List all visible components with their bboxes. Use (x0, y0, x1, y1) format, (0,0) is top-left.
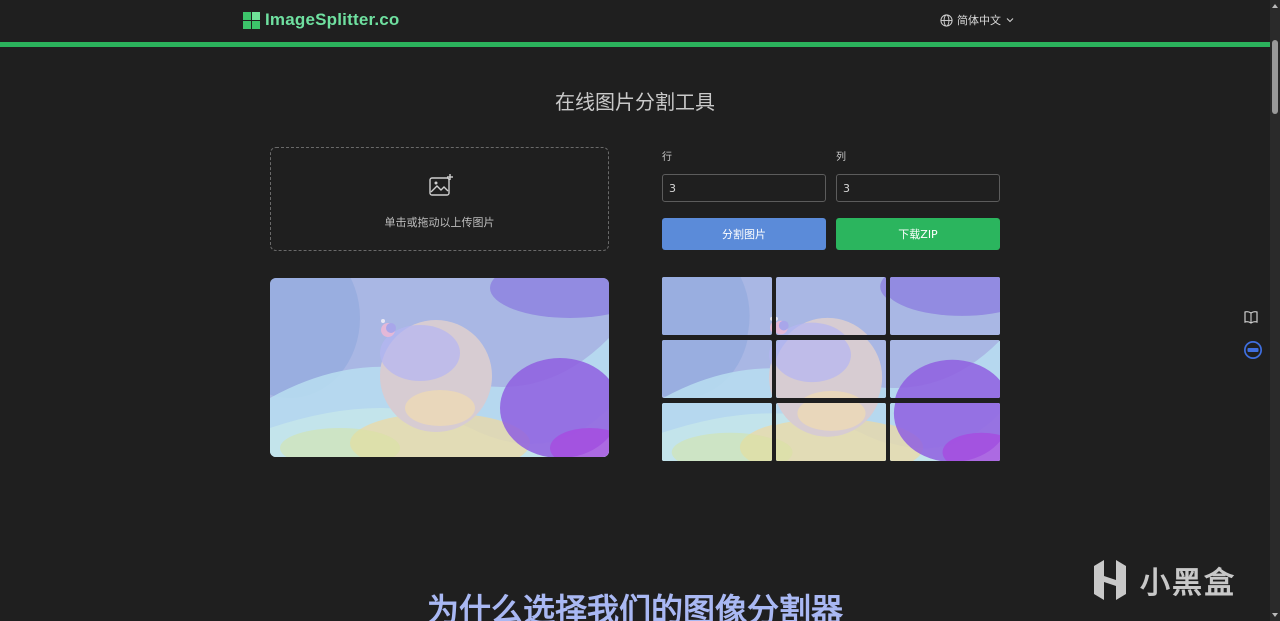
heybox-logo-icon (1094, 560, 1126, 600)
header-accent-bar (0, 42, 1270, 47)
split-tile[interactable] (890, 277, 1000, 335)
cols-input[interactable] (836, 174, 1000, 202)
logo-text: ImageSplitter.co (265, 10, 400, 29)
watermark-text: 小黑盒 (1140, 566, 1236, 601)
scroll-up-arrow-icon[interactable] (1271, 2, 1279, 10)
rows-input[interactable] (662, 174, 826, 202)
chevron-down-icon (1006, 18, 1014, 23)
top-header: ImageSplitter.co 简体中文 (0, 0, 1270, 42)
watermark: 小黑盒 (1088, 558, 1236, 602)
rows-label: 行 (662, 152, 672, 163)
split-tile[interactable] (662, 340, 772, 398)
globe-icon (940, 13, 953, 27)
original-image-preview (270, 278, 609, 457)
logo-grid-icon (243, 11, 260, 29)
cols-label: 列 (836, 152, 846, 163)
split-tile[interactable] (776, 277, 886, 335)
image-plus-icon (429, 174, 453, 196)
page-scrollbar[interactable] (1270, 0, 1280, 621)
split-tile[interactable] (662, 403, 772, 461)
book-icon[interactable] (1243, 309, 1259, 325)
download-zip-button[interactable]: 下载ZIP (836, 218, 1000, 250)
upload-hint: 单击或拖动以上传图片 (384, 216, 495, 229)
site-logo[interactable]: ImageSplitter.co (243, 10, 400, 30)
split-tile[interactable] (890, 340, 1000, 398)
split-tile[interactable] (890, 403, 1000, 461)
split-tile[interactable] (662, 277, 772, 335)
section-heading: 为什么选择我们的图像分割器 (426, 591, 843, 621)
page-title: 在线图片分割工具 (555, 90, 715, 114)
scroll-down-arrow-icon[interactable] (1271, 611, 1279, 619)
image-upload-dropzone[interactable]: 单击或拖动以上传图片 (270, 147, 609, 251)
translate-icon[interactable] (1243, 340, 1263, 360)
split-image-button[interactable]: 分割图片 (662, 218, 826, 250)
language-label: 简体中文 (957, 14, 1001, 27)
scroll-thumb[interactable] (1272, 40, 1278, 114)
split-tile[interactable] (776, 340, 886, 398)
language-selector[interactable]: 简体中文 (940, 12, 1015, 28)
split-tile[interactable] (776, 403, 886, 461)
